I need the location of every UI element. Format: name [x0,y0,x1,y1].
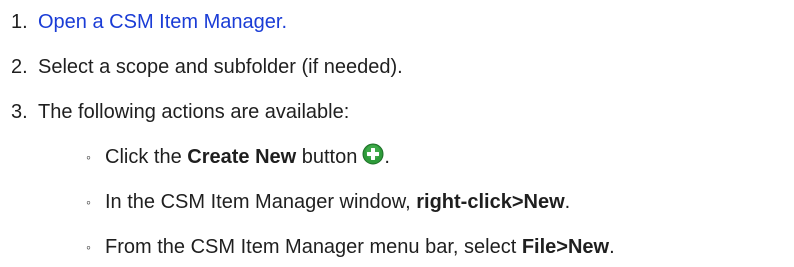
bullet: ◦ [86,239,91,255]
sub-text-end: . [384,146,390,168]
right-click-new-label: right-click>New [416,191,565,213]
bullet: ◦ [86,149,91,165]
sub-text-after: button [296,146,358,168]
sub-text-before: In the CSM Item Manager window, [105,191,417,213]
sub-text-before: From the CSM Item Manager menu bar, sele… [105,236,522,258]
sub-text-end: . [564,191,571,213]
step-text: Select a scope and subfolder (if needed)… [38,56,403,78]
sub-item-text: Click the Create New button . [105,142,390,172]
create-new-label: Create New [187,146,297,168]
step-text: The following actions are available: [38,101,350,123]
open-csm-item-manager-link[interactable]: Open a CSM Item Manager. [38,11,287,33]
step-text: Open a CSM Item Manager. [38,7,287,37]
step-number: 2. [11,56,28,78]
sub-text-end: . [609,236,615,258]
file-new-label: File>New [521,236,610,258]
sub-item-text: In the CSM Item Manager window, right-cl… [105,187,570,217]
bullet: ◦ [86,194,91,210]
create-new-plus-icon [362,143,384,165]
step-number: 1. [11,11,28,33]
sub-text-before: Click the [105,146,188,168]
sub-item-text: From the CSM Item Manager menu bar, sele… [105,232,615,262]
step-number: 3. [11,101,28,123]
